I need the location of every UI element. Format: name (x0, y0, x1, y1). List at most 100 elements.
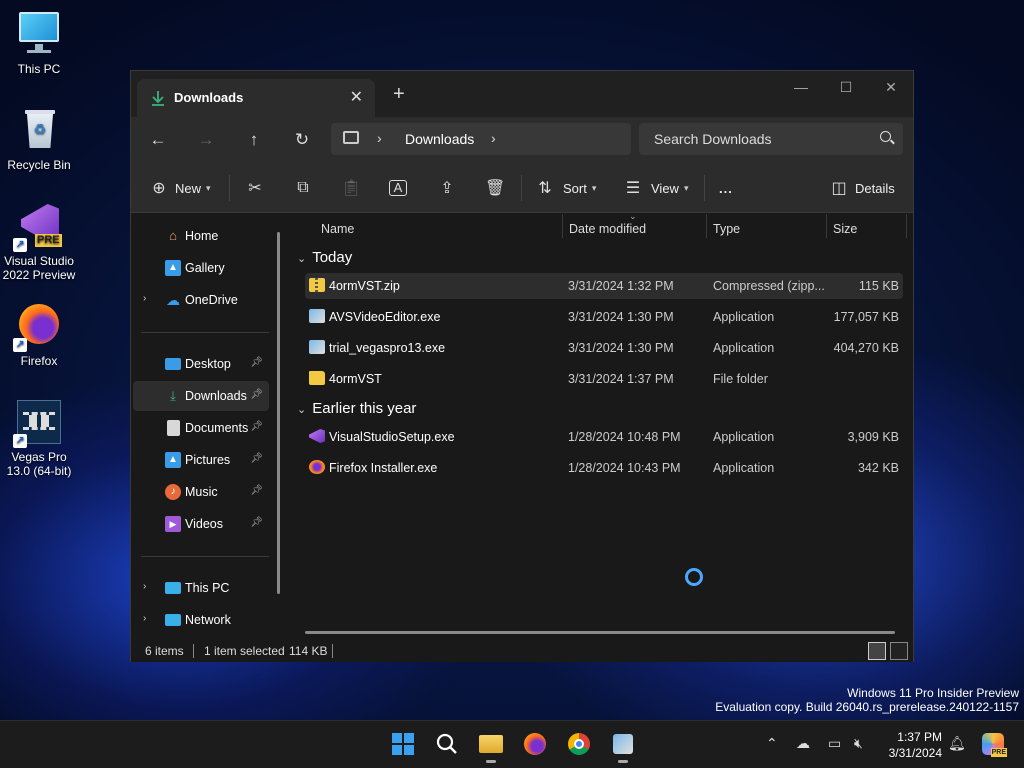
divider (521, 175, 522, 201)
file-row[interactable]: Firefox Installer.exe 1/28/2024 10:43 PM… (305, 455, 903, 481)
file-date: 3/31/2024 1:30 PM (568, 310, 674, 324)
volume-muted-icon[interactable]: 🔇︎ (854, 735, 863, 752)
visual-studio-icon (309, 429, 325, 443)
column-divider[interactable] (906, 214, 907, 238)
cut-button[interactable]: ✂ (245, 176, 265, 200)
search-icon (436, 733, 457, 754)
horizontal-scrollbar[interactable] (305, 631, 895, 634)
share-icon: ⇪ (440, 180, 454, 197)
nav-item-onedrive[interactable]: › ☁ OneDrive (133, 285, 269, 315)
desktop-icon-visual-studio[interactable]: PRE ↗ Visual Studio 2022 Preview (0, 202, 78, 282)
desktop-icon-this-pc[interactable]: This PC (0, 10, 78, 76)
chevron-right-icon[interactable]: › (143, 613, 146, 624)
close-window-button[interactable]: ✕ (876, 79, 906, 96)
column-header-type[interactable]: Type (713, 214, 740, 240)
column-divider[interactable] (706, 214, 707, 238)
file-row[interactable]: trial_vegaspro13.exe 3/31/2024 1:30 PM A… (305, 335, 903, 361)
column-header-name[interactable]: Name (321, 214, 354, 240)
taskbar-file-explorer[interactable] (478, 731, 504, 763)
file-row[interactable]: 4ormVST 3/31/2024 1:37 PM File folder (305, 366, 903, 392)
paste-button[interactable]: 📋︎ (341, 176, 361, 200)
nav-item-home[interactable]: ⌂ Home (133, 221, 269, 251)
nav-label: Videos (185, 517, 223, 531)
pre-badge: PRE (990, 748, 1007, 757)
maximize-button[interactable]: ☐ (831, 79, 861, 96)
pin-icon[interactable]: 📌︎ (250, 453, 263, 464)
delete-button[interactable]: 🗑︎ (485, 176, 505, 200)
chevron-right-icon[interactable]: › (143, 581, 146, 592)
sort-button[interactable]: ⇅ Sort ▾ (535, 176, 596, 200)
pin-icon[interactable]: 📌︎ (250, 517, 263, 528)
tiles-view-button[interactable] (890, 642, 908, 660)
details-label: Details (855, 180, 895, 196)
desktop-icon-vegas-pro[interactable]: ↗ Vegas Pro 13.0 (64-bit) (0, 398, 78, 478)
chrome-icon-center (574, 739, 584, 749)
search-button[interactable] (434, 731, 460, 757)
item-count: 6 items (145, 644, 184, 658)
forward-button[interactable]: → (191, 127, 221, 153)
running-indicator (618, 760, 628, 763)
notifications-bell-icon[interactable]: 🔔︎ (948, 735, 966, 752)
nav-item-desktop[interactable]: Desktop 📌︎ (133, 349, 269, 379)
nav-item-downloads[interactable]: ⤓ Downloads 📌︎ (133, 381, 269, 411)
taskbar: ⌃ ☁ ▭ 🔇︎ 1:37 PM 3/31/2024 🔔︎ PRE (0, 720, 1024, 768)
chevron-right-icon[interactable]: › (491, 130, 496, 146)
nav-item-documents[interactable]: Documents 📌︎ (133, 413, 269, 443)
network-icon (165, 614, 181, 626)
pin-icon[interactable]: 📌︎ (250, 421, 263, 432)
taskbar-firefox[interactable] (522, 731, 548, 757)
minimize-button[interactable]: — (786, 79, 816, 95)
rename-button[interactable]: A (389, 176, 407, 200)
file-row[interactable]: AVSVideoEditor.exe 3/31/2024 1:30 PM App… (305, 304, 903, 330)
nav-item-videos[interactable]: ▶ Videos 📌︎ (133, 509, 269, 539)
show-hidden-icons-chevron-up-icon[interactable]: ⌃ (766, 735, 778, 752)
details-view-button[interactable] (868, 642, 886, 660)
back-button[interactable]: ← (143, 127, 173, 153)
close-tab-icon[interactable]: ✕ (350, 87, 363, 107)
file-name: VisualStudioSetup.exe (329, 430, 455, 444)
copy-button[interactable]: ⧉ (293, 176, 313, 200)
nav-scrollbar[interactable] (277, 232, 280, 594)
chevron-down-icon: ⌄ (297, 253, 307, 265)
taskbar-installer[interactable] (610, 731, 636, 763)
nav-item-this-pc[interactable]: › This PC (133, 573, 269, 603)
column-divider[interactable] (562, 214, 563, 238)
refresh-button[interactable]: ↻ (287, 127, 317, 153)
details-pane-button[interactable]: ◫ Details (829, 176, 895, 200)
nav-item-network[interactable]: › Network (133, 605, 269, 635)
more-options-button[interactable]: ... (719, 176, 733, 200)
search-icon (880, 131, 891, 142)
copilot-button[interactable]: PRE (982, 733, 1007, 757)
desktop-icon-firefox[interactable]: ↗ Firefox (0, 302, 78, 368)
cloud-offline-icon[interactable]: ☁ (796, 735, 810, 752)
new-button[interactable]: ⊕ New ▾ (149, 176, 210, 200)
search-input[interactable]: Search Downloads (654, 131, 772, 147)
taskbar-chrome[interactable] (566, 731, 592, 757)
view-button[interactable]: ☰ View ▾ (623, 176, 689, 200)
desktop-icon-recycle-bin[interactable]: ♻ Recycle Bin (0, 106, 78, 172)
pin-icon[interactable]: 📌︎ (250, 389, 263, 400)
search-box[interactable]: Search Downloads (639, 123, 903, 155)
clock[interactable]: 1:37 PM 3/31/2024 (880, 729, 942, 761)
nav-item-pictures[interactable]: ▲ Pictures 📌︎ (133, 445, 269, 475)
column-header-size[interactable]: Size (833, 214, 857, 240)
tab-downloads[interactable]: Downloads ✕ (137, 79, 375, 117)
nav-item-music[interactable]: ♪ Music 📌︎ (133, 477, 269, 507)
address-box[interactable]: › Downloads › (331, 123, 631, 155)
file-row[interactable]: 4ormVST.zip 3/31/2024 1:32 PM Compressed… (305, 273, 903, 299)
new-tab-button[interactable]: + (393, 83, 405, 106)
start-button[interactable] (390, 731, 416, 757)
up-button[interactable]: ↑ (239, 127, 269, 153)
nav-item-gallery[interactable]: ▲ Gallery (133, 253, 269, 283)
network-icon[interactable]: ▭ (828, 735, 841, 752)
breadcrumb-downloads[interactable]: Downloads (405, 131, 474, 147)
share-button[interactable]: ⇪ (437, 176, 457, 200)
pin-icon[interactable]: 📌︎ (250, 485, 263, 496)
file-row[interactable]: VisualStudioSetup.exe 1/28/2024 10:48 PM… (305, 424, 903, 450)
group-header-earlier-this-year[interactable]: ⌄ Earlier this year (297, 400, 416, 417)
watermark-line-1: Windows 11 Pro Insider Preview (847, 686, 1019, 700)
pin-icon[interactable]: 📌︎ (250, 357, 263, 368)
column-divider[interactable] (826, 214, 827, 238)
chevron-right-icon[interactable]: › (143, 293, 146, 304)
group-header-today[interactable]: ⌄ Today (297, 249, 352, 266)
